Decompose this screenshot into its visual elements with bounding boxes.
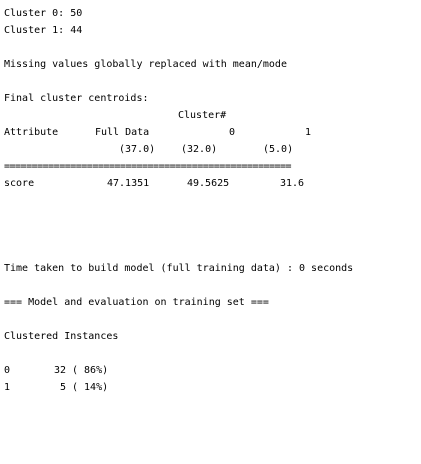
cluster-number-header: Cluster# (178, 110, 227, 121)
instance-percent: ( 14%) (72, 382, 109, 393)
instance-cluster-id: 1 (4, 382, 11, 393)
row-full-data-value: 47.1351 (107, 178, 150, 189)
clustered-instances-heading: Clustered Instances (4, 331, 119, 342)
time-taken-line: Time taken to build model (full training… (4, 263, 354, 274)
clusterer-output-pane[interactable]: Cluster 0: 50 Cluster 1: 44 Missing valu… (0, 0, 421, 409)
instance-percent: ( 86%) (72, 365, 109, 376)
centroid-table-cluster-header-row: Cluster# (4, 107, 421, 124)
full-data-header: Full Data (95, 127, 150, 138)
attribute-header: Attribute (4, 127, 59, 138)
centroid-table-header-row: Attribute Full Data 0 1 (4, 124, 421, 141)
row-cluster-0-value: 49.5625 (187, 178, 230, 189)
clustered-instance-row-0: 0 32 ( 86%) (4, 362, 421, 379)
centroid-table-row: score 47.1351 49.5625 31.6 (4, 175, 421, 192)
row-cluster-1-value: 31.6 (280, 178, 305, 189)
missing-values-note: Missing values globally replaced with me… (4, 59, 287, 70)
instance-cluster-id: 0 (4, 365, 11, 376)
cluster-size-0: (32.0) (181, 144, 218, 155)
cluster-size-1: (5.0) (263, 144, 294, 155)
full-data-count: (37.0) (119, 144, 156, 155)
centroids-heading: Final cluster centroids: (4, 93, 149, 104)
clustered-instance-row-1: 1 5 ( 14%) (4, 379, 421, 396)
cluster-count-1: Cluster 1: 44 (4, 25, 83, 36)
centroid-table-size-row: (37.0) (32.0) (5.0) (4, 141, 421, 158)
row-attribute-name: score (4, 178, 35, 189)
cluster-id-1: 1 (305, 127, 312, 138)
cluster-count-0: Cluster 0: 50 (4, 8, 83, 19)
instance-count: 32 (54, 365, 67, 376)
evaluation-heading: === Model and evaluation on training set… (4, 297, 269, 308)
instance-count: 5 (54, 382, 67, 393)
cluster-id-0: 0 (229, 127, 236, 138)
centroid-table-separator: ========================================… (4, 161, 292, 172)
